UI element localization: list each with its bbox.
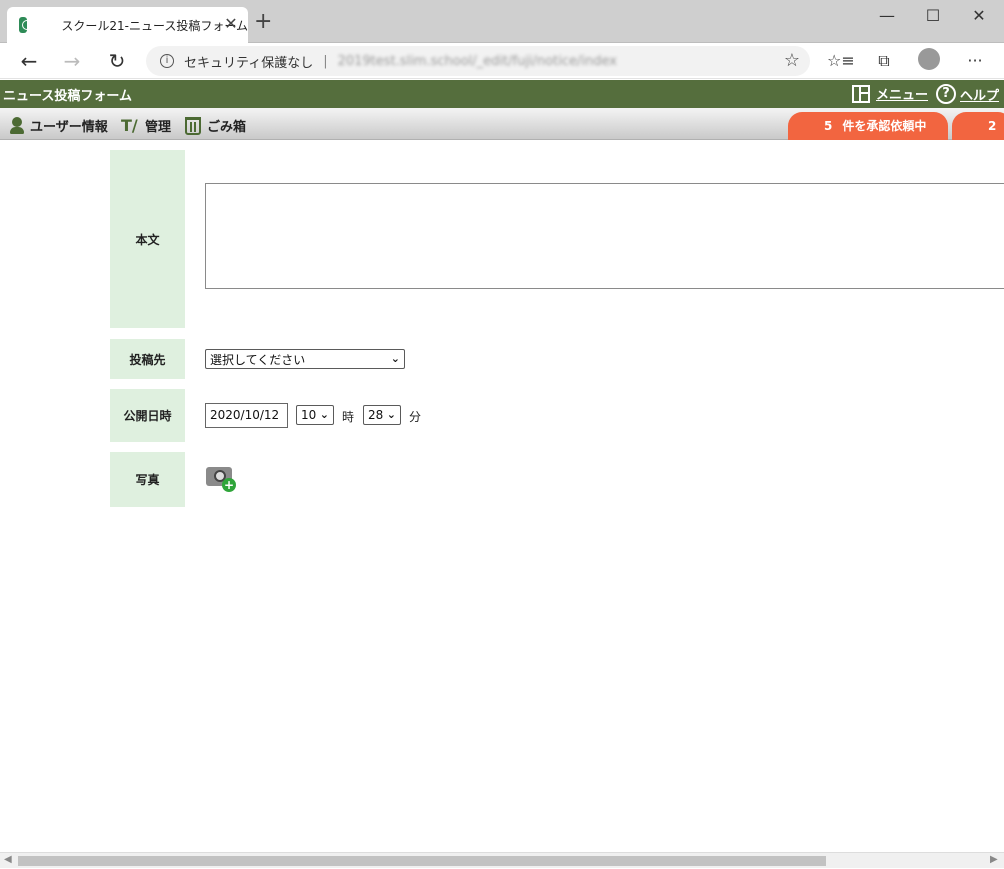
close-window-button[interactable]: ✕ [956, 3, 1002, 29]
user-icon [10, 116, 24, 135]
scrollbar-thumb[interactable] [18, 856, 826, 866]
favorites-icon[interactable]: ☆≡ [827, 48, 855, 74]
forward-button[interactable]: → [58, 47, 86, 75]
trash-link[interactable]: ごみ箱 [185, 116, 246, 135]
trash-icon [185, 116, 201, 135]
second-badge-count: 2 [988, 119, 997, 133]
star-icon[interactable]: ☆ [784, 50, 800, 71]
user-info-label: ユーザー情報 [30, 120, 108, 135]
minute-value: 28 [368, 408, 384, 422]
user-info-link[interactable]: ユーザー情報 [10, 116, 108, 135]
hour-value: 10 [301, 408, 317, 422]
hour-select[interactable]: 10 ⌄ [296, 405, 334, 425]
add-photo-button[interactable]: + [206, 464, 236, 492]
destination-label: 投稿先 [110, 339, 185, 379]
second-badge[interactable]: 2 [952, 112, 1004, 140]
approval-label: 件を承認依頼中 [842, 119, 927, 133]
destination-value: 選択してください [210, 352, 306, 367]
minute-unit: 分 [409, 410, 422, 424]
menu-link-label[interactable]: メニュー [876, 84, 928, 103]
publish-datetime-label: 公開日時 [110, 389, 185, 442]
browser-toolbar: ← → ↻ i セキュリティ保護なし | 2019test.slim.schoo… [0, 43, 1004, 79]
help-link[interactable]: ? ヘルプ [936, 84, 999, 104]
admin-link[interactable]: T/ 管理 [121, 116, 171, 135]
hour-unit: 時 [342, 410, 355, 424]
tab-close-icon[interactable]: ✕ [222, 15, 240, 33]
admin-label: 管理 [145, 120, 172, 135]
page-title: ニュース投稿フォーム [3, 89, 132, 104]
scroll-right-icon[interactable]: ▶ [990, 854, 998, 865]
info-icon[interactable]: i [160, 54, 174, 68]
scroll-left-icon[interactable]: ◀ [4, 854, 12, 865]
app-header: ニュース投稿フォーム メニュー ? ヘルプ [0, 80, 1004, 108]
browser-titlebar: スクール21-ニュース投稿フォーム ✕ + — ☐ ✕ [0, 0, 1004, 43]
globe-icon [19, 17, 33, 33]
more-icon[interactable]: ··· [962, 48, 988, 74]
minimize-button[interactable]: — [864, 3, 910, 29]
approval-count: 5 [824, 119, 833, 133]
horizontal-scrollbar[interactable]: ◀ ▶ [0, 852, 1004, 868]
help-link-label[interactable]: ヘルプ [960, 85, 999, 104]
profile-avatar[interactable] [918, 48, 940, 70]
plus-icon: + [222, 478, 236, 492]
chevron-down-icon: ⌄ [386, 408, 396, 421]
tab-title: スクール21-ニュース投稿フォーム [61, 18, 248, 33]
body-label: 本文 [110, 150, 185, 328]
reload-button[interactable]: ↻ [103, 47, 131, 75]
minute-select[interactable]: 28 ⌄ [363, 405, 401, 425]
destination-select[interactable]: 選択してください ⌄ [205, 349, 405, 369]
browser-tab[interactable]: スクール21-ニュース投稿フォーム ✕ [7, 7, 248, 43]
url-separator: | [323, 53, 328, 69]
trash-label: ごみ箱 [207, 120, 247, 135]
chevron-down-icon: ⌄ [319, 408, 329, 421]
menu-link[interactable]: メニュー [852, 84, 928, 103]
url-text[interactable]: 2019test.slim.school/_edit/fuji/notice/i… [338, 54, 617, 69]
approval-badge[interactable]: 5 件を承認依頼中 [788, 112, 948, 140]
maximize-button[interactable]: ☐ [910, 3, 956, 29]
address-bar[interactable]: i セキュリティ保護なし | 2019test.slim.school/_edi… [146, 46, 810, 76]
publish-date-input[interactable]: 2020/10/12 [205, 403, 288, 428]
new-tab-button[interactable]: + [254, 10, 272, 34]
security-status: セキュリティ保護なし [184, 55, 314, 71]
grid-icon [852, 84, 870, 103]
collections-icon[interactable]: ⧉ [871, 48, 897, 74]
chevron-down-icon: ⌄ [390, 352, 400, 365]
back-button[interactable]: ← [15, 47, 43, 75]
body-textarea[interactable] [205, 183, 1004, 289]
photo-label: 写真 [110, 452, 185, 507]
tools-icon: T/ [121, 115, 138, 135]
help-icon: ? [936, 84, 956, 104]
